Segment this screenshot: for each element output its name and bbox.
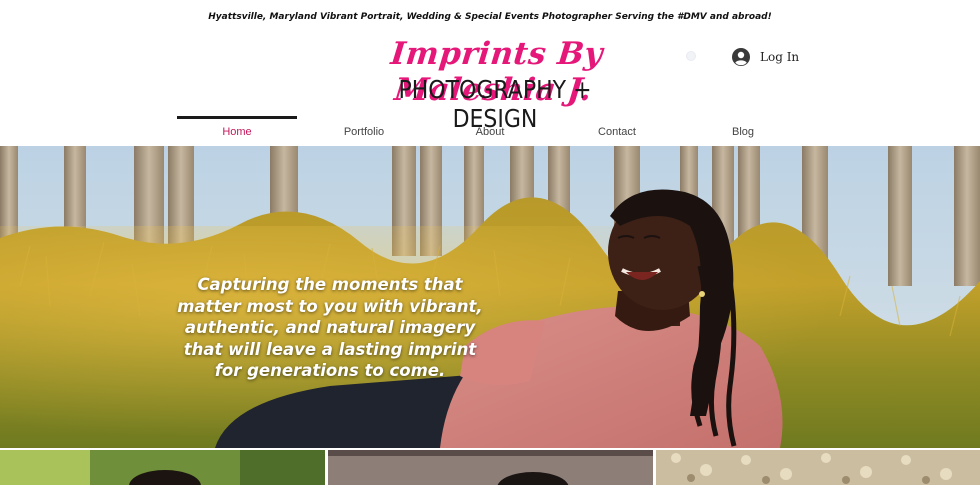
nav-item-contact[interactable]: Contact bbox=[557, 126, 677, 138]
hero-photo bbox=[0, 146, 980, 448]
nav-item-blog[interactable]: Blog bbox=[683, 126, 803, 138]
main-navigation: Home Portfolio About Contact Blog bbox=[177, 116, 807, 144]
faded-social-icon bbox=[686, 51, 696, 61]
gallery-preview-strip bbox=[0, 450, 980, 485]
user-avatar-icon bbox=[732, 48, 750, 66]
hero-message: Capturing the moments that matter most t… bbox=[177, 275, 483, 380]
hero-banner: Capturing the moments that matter most t… bbox=[0, 146, 980, 448]
site-tagline: Hyattsville, Maryland Vibrant Portrait, … bbox=[208, 12, 772, 22]
nav-item-portfolio[interactable]: Portfolio bbox=[304, 126, 424, 138]
login-button[interactable]: Log In bbox=[732, 48, 799, 66]
nav-item-home[interactable]: Home bbox=[177, 126, 297, 138]
nav-active-indicator bbox=[177, 116, 297, 119]
gallery-thumb[interactable] bbox=[328, 450, 653, 485]
gallery-thumb[interactable] bbox=[0, 450, 325, 485]
gallery-thumb-image bbox=[656, 450, 980, 485]
gallery-thumb-image bbox=[328, 450, 653, 485]
gallery-thumb[interactable] bbox=[656, 450, 980, 485]
nav-item-about[interactable]: About bbox=[430, 126, 550, 138]
gallery-thumb-image bbox=[0, 450, 325, 485]
login-label: Log In bbox=[760, 50, 800, 64]
